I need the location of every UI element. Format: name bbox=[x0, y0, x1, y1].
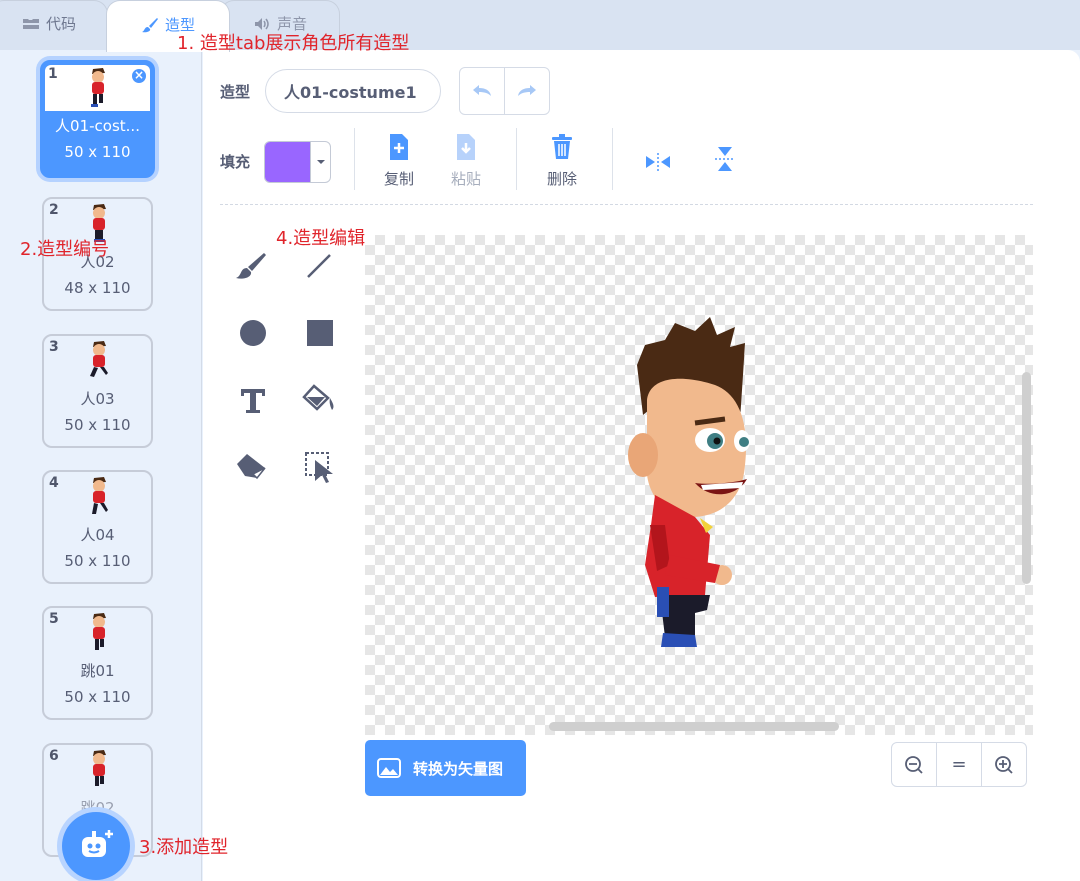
paste-label: 粘贴 bbox=[450, 170, 481, 188]
copy-label: 复制 bbox=[383, 170, 414, 188]
paint-canvas[interactable] bbox=[365, 235, 1033, 735]
costume-number: 5 bbox=[49, 611, 59, 627]
rectangle-icon bbox=[307, 320, 333, 346]
paint-bucket-icon bbox=[302, 384, 334, 411]
zoom-out-icon bbox=[905, 755, 923, 774]
copy-button[interactable]: 复制 bbox=[369, 132, 429, 189]
costume-number: 3 bbox=[49, 339, 59, 355]
character-thumbnail bbox=[93, 613, 106, 650]
costume-name: 跳01 bbox=[80, 662, 115, 680]
tab-code-label: 代码 bbox=[45, 15, 76, 33]
caret-down-icon bbox=[310, 142, 330, 182]
annotation-costume-number: 2.造型编号 bbox=[20, 239, 110, 260]
costume-size: 50 x 110 bbox=[64, 552, 131, 570]
costume-size: 48 x 110 bbox=[64, 279, 131, 297]
costume-editor: 造型 填充 复制 粘贴 删除 bbox=[203, 50, 1080, 881]
delete-label: 删除 bbox=[546, 170, 577, 188]
fill-color-swatch bbox=[265, 142, 310, 182]
vertical-scrollbar[interactable] bbox=[1022, 372, 1031, 584]
costume-item[interactable]: 4 人04 50 x 110 bbox=[42, 470, 153, 584]
costume-list: 1 × 人01-cost... 50 x 110 2 人02 48 x 110 … bbox=[0, 50, 202, 881]
costume-name: 人03 bbox=[80, 390, 115, 408]
rectangle-tool[interactable] bbox=[300, 313, 340, 353]
line-tool[interactable] bbox=[299, 246, 339, 286]
character-thumbnail bbox=[92, 477, 108, 514]
fill-color-picker[interactable] bbox=[264, 141, 331, 183]
flip-vertical-button[interactable] bbox=[695, 144, 755, 174]
zoom-in-icon bbox=[995, 755, 1013, 774]
costume-item[interactable]: 3 人03 50 x 110 bbox=[42, 334, 153, 448]
fill-tool[interactable] bbox=[300, 380, 340, 420]
costume-name: 人01-cost... bbox=[55, 117, 140, 135]
toolbar-divider bbox=[354, 128, 355, 190]
convert-label: 转换为矢量图 bbox=[413, 759, 504, 778]
zoom-reset-button[interactable]: = bbox=[936, 743, 981, 786]
costume-item[interactable]: 1 × 人01-cost... 50 x 110 bbox=[40, 60, 155, 178]
costume-number: 4 bbox=[49, 475, 59, 491]
robot-icon bbox=[82, 830, 113, 857]
select-icon bbox=[305, 452, 333, 483]
costume-item[interactable]: 5 跳01 50 x 110 bbox=[42, 606, 153, 720]
editor-tab-bar: 代码 造型 声音 bbox=[0, 0, 1080, 52]
annotation-costume-edit: 4.造型编辑 bbox=[276, 228, 366, 249]
costume-number: 6 bbox=[49, 748, 59, 764]
costume-number: 1 bbox=[48, 66, 58, 82]
toolbar-divider bbox=[516, 128, 517, 190]
character-sprite bbox=[628, 317, 750, 647]
costume-size: 50 x 110 bbox=[64, 416, 131, 434]
costume-size: 50 x 110 bbox=[64, 688, 131, 706]
line-icon bbox=[307, 254, 331, 278]
character-thumbnail bbox=[93, 750, 106, 786]
redo-button[interactable] bbox=[504, 68, 549, 114]
flip-horizontal-button[interactable] bbox=[628, 147, 688, 177]
costume-number: 2 bbox=[49, 202, 59, 218]
character-thumbnail bbox=[90, 341, 108, 377]
delete-costume-icon[interactable]: × bbox=[130, 67, 148, 85]
paste-icon bbox=[457, 134, 475, 160]
costume-size: 50 x 110 bbox=[64, 143, 131, 161]
character-thumbnail bbox=[91, 68, 105, 107]
annotation-costume-tab: 1. 造型tab展示角色所有造型 bbox=[177, 33, 410, 54]
circle-tool[interactable] bbox=[233, 313, 273, 353]
zoom-controls: = bbox=[891, 742, 1027, 787]
paintbrush-icon bbox=[141, 17, 158, 32]
trash-icon bbox=[552, 134, 572, 159]
code-blocks-icon bbox=[22, 18, 39, 29]
paste-button[interactable]: 粘贴 bbox=[436, 132, 496, 189]
annotation-add-costume: 3.添加造型 bbox=[139, 837, 229, 858]
text-tool[interactable] bbox=[233, 380, 273, 420]
circle-icon bbox=[240, 320, 266, 346]
select-tool[interactable] bbox=[300, 447, 340, 487]
costume-name-label: 造型 bbox=[220, 83, 251, 101]
eraser-icon bbox=[237, 454, 266, 480]
fill-label: 填充 bbox=[220, 153, 251, 171]
undo-redo-group bbox=[459, 67, 550, 115]
brush-tool[interactable] bbox=[231, 246, 271, 286]
zoom-out-button[interactable] bbox=[892, 743, 936, 786]
convert-to-vector-button[interactable]: 转换为矢量图 bbox=[365, 740, 526, 796]
delete-button[interactable]: 删除 bbox=[532, 132, 592, 189]
image-icon bbox=[377, 758, 401, 778]
toolbar-separator bbox=[220, 204, 1033, 205]
flip-horizontal-icon bbox=[646, 153, 670, 171]
tab-code[interactable]: 代码 bbox=[0, 0, 108, 50]
text-icon bbox=[241, 389, 265, 413]
eraser-tool[interactable] bbox=[233, 447, 273, 487]
toolbar-divider bbox=[612, 128, 613, 190]
horizontal-scrollbar[interactable] bbox=[549, 722, 839, 731]
copy-icon bbox=[390, 134, 408, 160]
undo-icon bbox=[473, 85, 491, 96]
flip-vertical-icon bbox=[715, 147, 735, 171]
redo-icon bbox=[518, 85, 536, 96]
costume-name: 人04 bbox=[80, 526, 115, 544]
undo-button[interactable] bbox=[460, 68, 504, 114]
zoom-in-button[interactable] bbox=[981, 743, 1026, 786]
brush-icon bbox=[236, 253, 266, 279]
add-costume-button[interactable] bbox=[62, 812, 130, 880]
costume-name-input[interactable] bbox=[265, 69, 441, 113]
